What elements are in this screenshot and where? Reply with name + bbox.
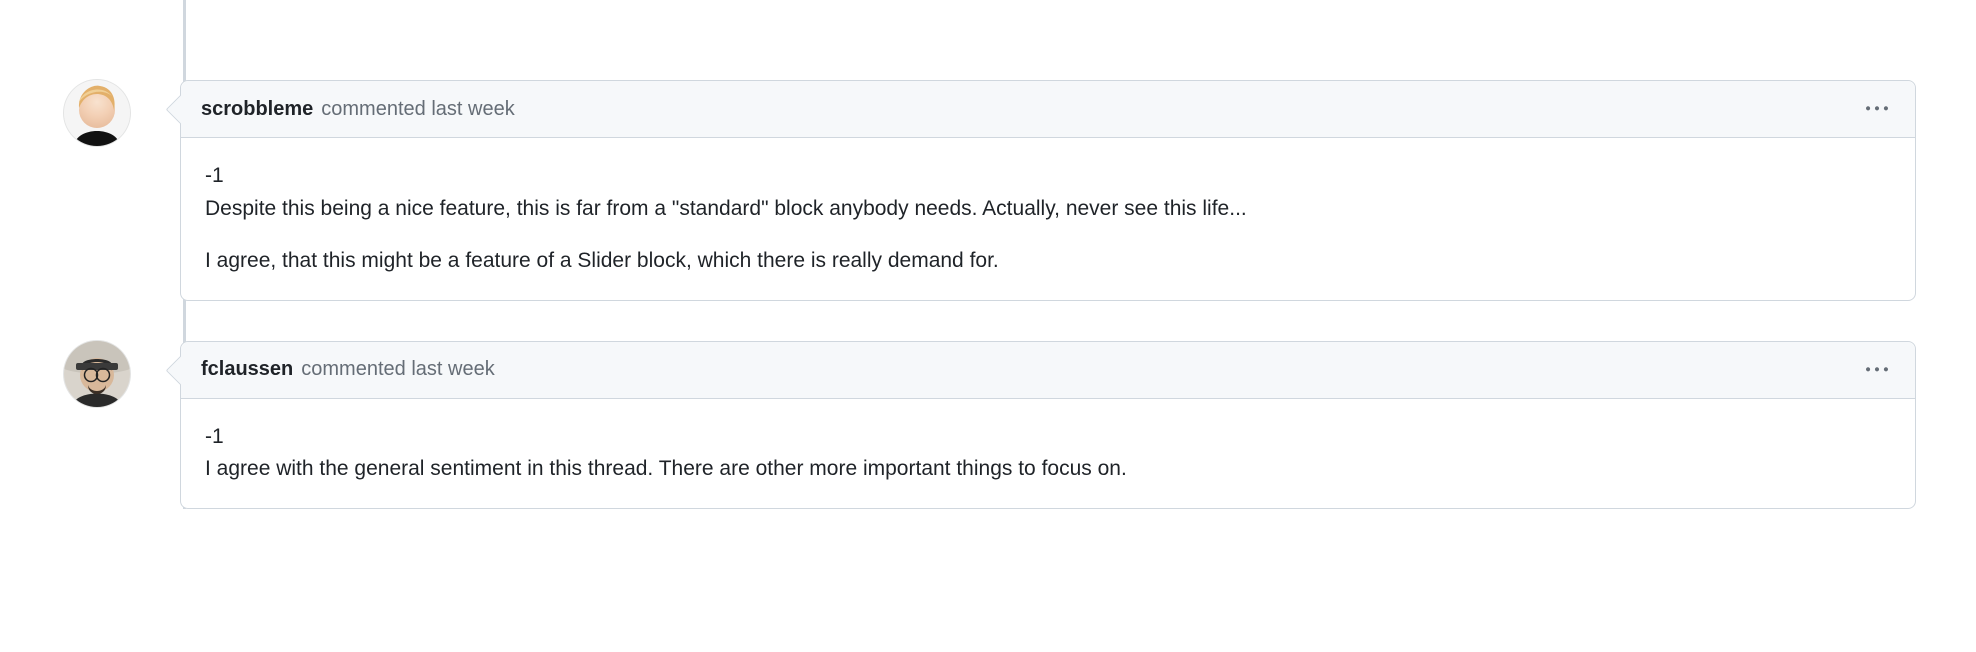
comment-body: -1 Despite this being a nice feature, th…	[181, 138, 1915, 300]
timeline: scrobbleme commented last week -1 Despit…	[0, 0, 1976, 509]
comment-verb: commented	[301, 358, 406, 381]
comment-header: scrobbleme commented last week	[181, 81, 1915, 138]
avatar-image	[64, 80, 130, 146]
avatar[interactable]	[64, 341, 130, 407]
comment-author-link[interactable]: fclaussen	[201, 358, 293, 381]
comment-body: -1 I agree with the general sentiment in…	[181, 399, 1915, 508]
comment-text-line: I agree, that this might be a feature of…	[205, 245, 1891, 278]
timeline-item: scrobbleme commented last week -1 Despit…	[180, 80, 1916, 301]
comment-text-line: I agree with the general sentiment in th…	[205, 457, 1127, 480]
comment-author-link[interactable]: scrobbleme	[201, 98, 313, 121]
comment-actions-button[interactable]	[1859, 356, 1895, 384]
kebab-horizontal-icon	[1866, 98, 1888, 120]
comment-actions-button[interactable]	[1859, 95, 1895, 123]
timeline-spacer	[180, 0, 1916, 40]
comment-text-line: Despite this being a nice feature, this …	[205, 197, 1247, 220]
comment: fclaussen commented last week -1 I agree…	[180, 341, 1916, 509]
kebab-horizontal-icon	[1866, 359, 1888, 381]
timeline-item: fclaussen commented last week -1 I agree…	[180, 341, 1916, 509]
comment-verb: commented	[321, 98, 426, 121]
comment-text-line: -1	[205, 425, 224, 448]
comment-timestamp-link[interactable]: last week	[431, 98, 514, 121]
comment-timestamp-link[interactable]: last week	[411, 358, 494, 381]
comment-header: fclaussen commented last week	[181, 342, 1915, 399]
comment-text-line: -1	[205, 164, 224, 187]
avatar-image	[64, 341, 130, 407]
comment: scrobbleme commented last week -1 Despit…	[180, 80, 1916, 301]
avatar[interactable]	[64, 80, 130, 146]
